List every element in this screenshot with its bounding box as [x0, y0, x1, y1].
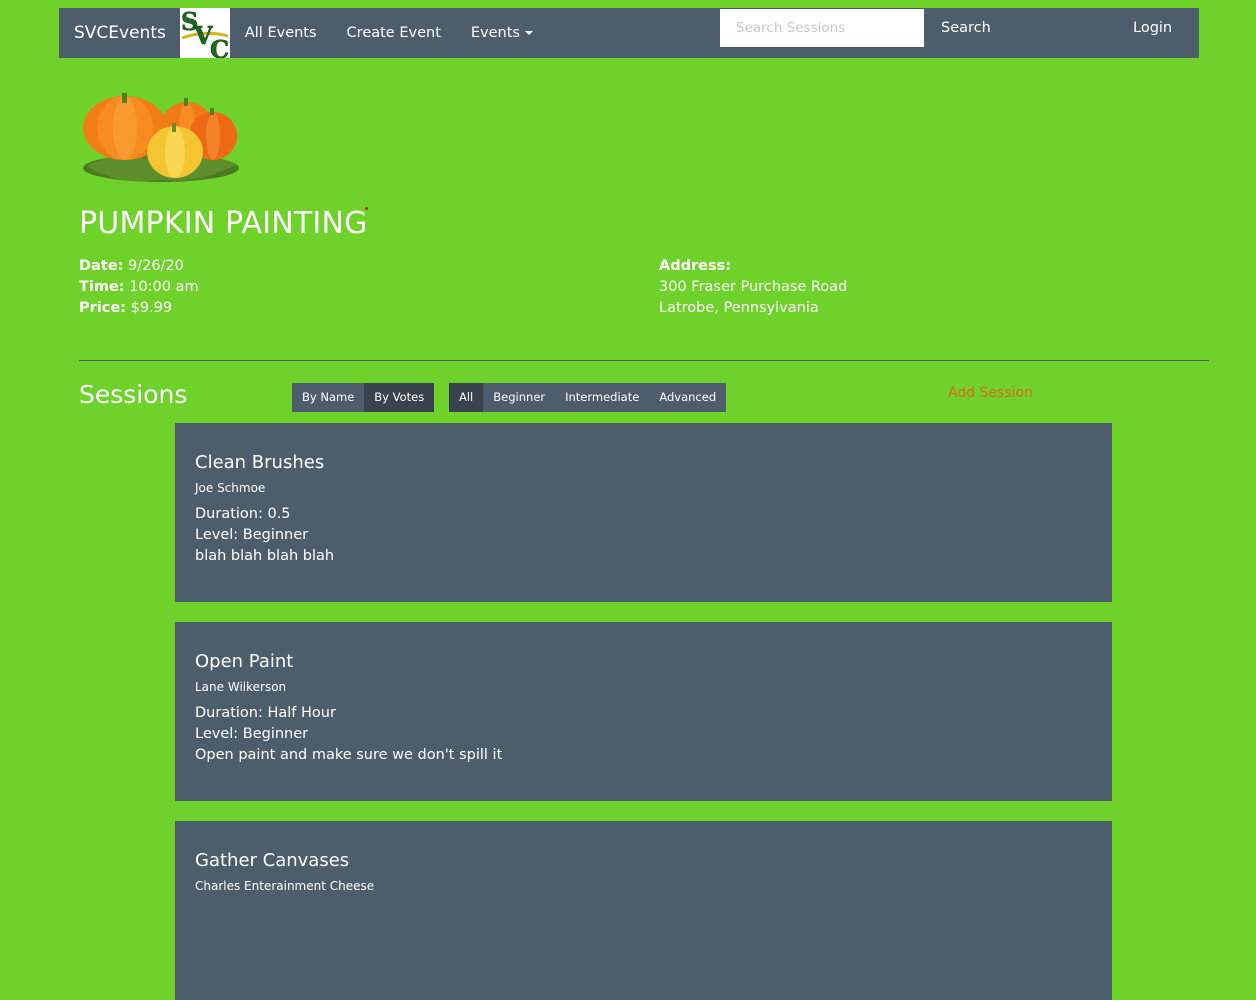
session-title[interactable]: Clean Brushes: [195, 452, 1092, 473]
date-value: 9/26/20: [128, 258, 184, 274]
navbar: SVCEvents S V C All Events Create Event …: [59, 8, 1199, 58]
filter-beginner-button[interactable]: Beginner: [483, 383, 556, 412]
filter-intermediate-button[interactable]: Intermediate: [555, 383, 650, 412]
sort-by-name-button[interactable]: By Name: [292, 383, 365, 412]
event-date: Date: 9/26/20: [79, 256, 199, 277]
address-label: Address:: [659, 258, 732, 274]
session-speaker: Lane Wilkerson: [195, 680, 287, 694]
svc-logo-graphic: S V C: [179, 8, 230, 58]
nav-events-label: Events: [470, 25, 520, 41]
session-title[interactable]: Gather Canvases: [195, 850, 1092, 871]
add-session-link[interactable]: Add Session: [948, 385, 1033, 401]
session-card: Gather Canvases Charles Enterainment Che…: [175, 821, 1112, 1000]
address-line2: Latrobe, Pennsylvania: [659, 300, 819, 316]
session-abstract: Open paint and make sure we don't spill …: [195, 747, 503, 763]
price-label: Price:: [79, 300, 126, 316]
sort-by-votes-button[interactable]: By Votes: [364, 383, 435, 412]
session-abstract: blah blah blah blah: [195, 548, 335, 564]
nav-events-dropdown[interactable]: Events: [456, 8, 548, 58]
event-title: PUMPKIN PAINTING: [79, 206, 368, 241]
session-duration: Duration: Half Hour: [195, 705, 336, 721]
event-image-pumpkins: [83, 93, 239, 182]
brand-link[interactable]: SVCEvents: [59, 8, 180, 58]
date-label: Date:: [79, 258, 124, 274]
time-label: Time:: [79, 279, 125, 295]
session-speaker: Joe Schmoe: [195, 481, 266, 495]
svc-logo[interactable]: S V C: [179, 8, 230, 58]
svg-text:C: C: [210, 35, 229, 58]
sort-button-group: By Name By Votes: [292, 383, 435, 412]
address-line1: 300 Fraser Purchase Road: [659, 279, 848, 295]
session-title[interactable]: Open Paint: [195, 651, 1092, 672]
session-level: Level: Beginner: [195, 726, 309, 742]
login-link[interactable]: Login: [1118, 8, 1187, 48]
chevron-down-icon: [524, 31, 533, 35]
divider: [79, 360, 1209, 361]
filter-advanced-button[interactable]: Advanced: [649, 383, 727, 412]
event-time: Time: 10:00 am: [79, 277, 199, 298]
level-filter-group: All Beginner Intermediate Advanced: [449, 383, 727, 412]
session-speaker: Charles Enterainment Cheese: [195, 879, 375, 893]
time-value: 10:00 am: [129, 279, 199, 295]
price-value: $9.99: [130, 300, 173, 316]
sessions-heading: Sessions: [79, 380, 188, 409]
session-card: Open Paint Lane Wilkerson Duration: Half…: [175, 622, 1112, 801]
session-duration: Duration: 0.5: [195, 506, 291, 522]
filter-all-button[interactable]: All: [449, 383, 484, 412]
session-level: Level: Beginner: [195, 527, 309, 543]
search-button[interactable]: Search: [925, 8, 1007, 48]
search-input[interactable]: [720, 9, 924, 47]
nav-create-event[interactable]: Create Event: [332, 8, 456, 58]
event-address: Address: 300 Fraser Purchase Road Latrob…: [659, 256, 847, 319]
event-details: Date: 9/26/20 Time: 10:00 am Price: $9.9…: [79, 256, 199, 319]
session-card: Clean Brushes Joe Schmoe Duration: 0.5 L…: [175, 423, 1112, 602]
event-price: Price: $9.99: [79, 298, 199, 319]
nav-all-events[interactable]: All Events: [230, 8, 332, 58]
